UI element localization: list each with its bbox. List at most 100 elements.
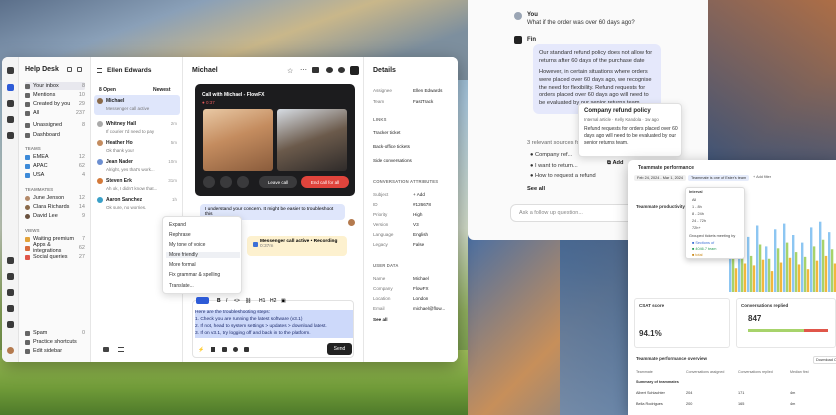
lightning-icon[interactable]: ⚡	[198, 347, 204, 353]
source-link-3[interactable]: ● How to request a refund	[530, 173, 596, 179]
star-icon[interactable]: ☆	[287, 67, 293, 75]
sidebar-item-spam[interactable]: Spam 0	[25, 329, 85, 337]
snooze-icon[interactable]	[326, 67, 333, 73]
attr-subject[interactable]: Subject + Add	[373, 192, 457, 197]
sidebar-item-david[interactable]: David Lee 9	[25, 212, 85, 220]
menu-item-tone[interactable]: My tone of voice	[169, 242, 205, 248]
emoji-icon[interactable]	[233, 347, 238, 352]
list-item[interactable]: Aaron Sanchez Ok sure, no worries. 1h	[94, 194, 180, 214]
download-csv-button[interactable]: Download CSV	[813, 356, 836, 364]
filter-sort[interactable]: Newest	[153, 87, 171, 93]
tooltip-option[interactable]: 24 - 72h	[692, 219, 706, 223]
menu-item-rephrase[interactable]: Rephrase	[169, 232, 191, 238]
sidebar-item-unassigned[interactable]: Unassigned 8	[25, 121, 85, 129]
ai-button[interactable]	[196, 297, 209, 304]
inbox-icon[interactable]	[7, 84, 14, 91]
book-icon[interactable]	[7, 116, 14, 123]
list-item[interactable]: Jean Nader Alright, yes that's work... 10m	[94, 156, 180, 176]
heading2-icon[interactable]: H2	[270, 298, 276, 304]
sidebar-item-dashboard[interactable]: Dashboard	[25, 131, 85, 139]
list-item[interactable]: Steven Erk Ah ok, I didn't know that... 31…	[94, 175, 180, 195]
date-filter[interactable]: Feb 24, 2024 - Mar 1, 2024	[634, 175, 687, 181]
sidebar-item-emea[interactable]: EMEA 12	[25, 153, 85, 161]
end-call-button[interactable]: End call for all	[301, 176, 349, 188]
assignee-row[interactable]: Assignee Ellen Edwards	[373, 88, 457, 93]
attr-priority[interactable]: Priority High	[373, 212, 457, 217]
reply-composer[interactable]: B I <> ⛓ H1 H2 ▣ Here are the troublesho…	[192, 297, 354, 358]
chart-icon[interactable]	[7, 132, 14, 139]
attr-version[interactable]: Version V3	[373, 222, 457, 227]
attach-icon[interactable]	[211, 347, 215, 352]
sidebar-item-all[interactable]: All 237	[25, 109, 85, 117]
menu-item-expand[interactable]: Expand	[169, 222, 186, 228]
sidebar-item-mentions[interactable]: Mentions 10	[25, 91, 85, 99]
italic-icon[interactable]: I	[226, 298, 227, 304]
see-all-link[interactable]: See all	[527, 186, 545, 192]
video-icon[interactable]	[312, 67, 319, 73]
camera-icon[interactable]	[237, 176, 249, 188]
bold-icon[interactable]: B	[217, 298, 221, 304]
tooltip-option[interactable]: All	[692, 198, 696, 202]
help-icon[interactable]	[7, 321, 14, 328]
sidebar-item-apac[interactable]: APAC 62	[25, 162, 85, 170]
menu-item-grammar[interactable]: Fix grammar & spelling	[169, 272, 220, 278]
see-all-link[interactable]: See all	[373, 317, 457, 322]
composer-text[interactable]: Here are the troubleshooting steps: 1. C…	[195, 310, 353, 338]
sidebar-item-apps[interactable]: Apps & integrations 62	[25, 242, 85, 254]
link-backoffice[interactable]: Back-office tickets	[373, 144, 457, 149]
sidebar-item-usa[interactable]: USA 4	[25, 171, 85, 179]
team-filter[interactable]: Teammate is one of Ester's team	[688, 175, 750, 181]
attr-legacy[interactable]: Legacy False	[373, 242, 457, 247]
block-icon[interactable]: ▣	[281, 298, 286, 304]
source-link-2[interactable]: ● I want to return...	[530, 163, 578, 169]
send-button[interactable]: Send	[327, 343, 352, 355]
sidebar-item-june[interactable]: June Jenson 12	[25, 194, 85, 202]
compose-icon[interactable]	[67, 67, 72, 72]
sidebar-item-your-inbox[interactable]: Your inbox 8	[25, 82, 85, 90]
tooltip-option[interactable]: 1 - 8h	[692, 205, 702, 209]
attr-language[interactable]: Language English	[373, 232, 457, 237]
sidebar-item-shortcuts[interactable]: Practice shortcuts	[25, 338, 85, 346]
layout-toggle-icon[interactable]	[103, 347, 109, 352]
code-icon[interactable]: <>	[234, 298, 240, 304]
menu-item-formal[interactable]: More formal	[169, 262, 196, 268]
table-row[interactable]: Summary of teammates	[636, 380, 836, 384]
people-icon[interactable]	[7, 100, 14, 107]
moon-icon[interactable]	[338, 67, 345, 73]
image-icon[interactable]	[222, 347, 227, 352]
add-filter-button[interactable]: + Add filter	[753, 175, 771, 179]
menu-icon[interactable]	[97, 68, 102, 73]
menu-item-friendly[interactable]: More friendly	[166, 252, 240, 258]
search-icon[interactable]	[7, 257, 14, 264]
link-side[interactable]: Side conversations	[373, 158, 457, 163]
source-link-1[interactable]: ● Company ref...	[530, 152, 572, 158]
tooltip-option[interactable]: 72h+	[692, 226, 701, 230]
list-view-icon[interactable]	[118, 347, 124, 352]
link-tracker[interactable]: Tracker ticket	[373, 130, 457, 135]
list-item[interactable]: Whitney Hall If courier I'd need to pay 2m	[94, 118, 180, 138]
mic-icon[interactable]	[220, 176, 232, 188]
sidebar-item-clara[interactable]: Clara Richards 14	[25, 203, 85, 211]
tooltip-option[interactable]: 8 - 24h	[692, 212, 704, 216]
phone-icon[interactable]	[203, 176, 215, 188]
menu-item-translate[interactable]: Translate...	[169, 283, 194, 289]
list-item[interactable]: Heather Ho Ok thank you! 5m	[94, 137, 180, 157]
logo-icon[interactable]	[7, 67, 14, 74]
table-row[interactable]: Albert Schlachter 204 171 4m	[636, 391, 836, 395]
settings-icon[interactable]	[7, 273, 14, 280]
heading-icon[interactable]: H1	[259, 298, 265, 304]
link-icon[interactable]: ⛓	[245, 298, 251, 304]
team-row[interactable]: Team FastTrack	[373, 99, 457, 104]
collapse-icon[interactable]	[77, 67, 82, 72]
filter-open[interactable]: 8 Open	[99, 87, 116, 93]
user-avatar[interactable]	[7, 347, 14, 354]
sidebar-item-edit[interactable]: Edit sidebar	[25, 347, 85, 355]
apps-icon[interactable]	[7, 289, 14, 296]
sidebar-item-created[interactable]: Created by you 29	[25, 100, 85, 108]
more-icon[interactable]: ⋯	[300, 66, 307, 74]
bell-icon[interactable]	[7, 305, 14, 312]
leave-call-button[interactable]: Leave call	[259, 176, 297, 188]
add-button[interactable]: ⧉ Add	[607, 160, 624, 167]
assign-button[interactable]	[350, 66, 359, 75]
list-item[interactable]: Michael Messenger call active	[94, 95, 180, 115]
